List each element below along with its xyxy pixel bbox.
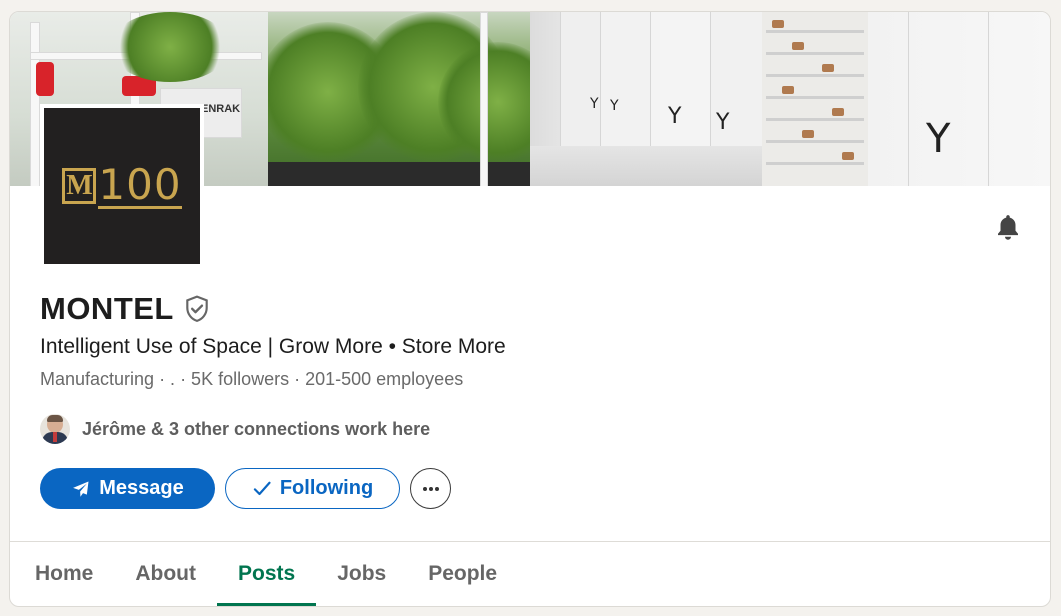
- artifact: [772, 20, 784, 28]
- cabinet-edge: [988, 12, 990, 186]
- company-logo[interactable]: M 100: [40, 104, 204, 268]
- artifact: [792, 42, 804, 50]
- banner-panel-plants: [268, 12, 530, 186]
- company-tagline: Intelligent Use of Space | Grow More • S…: [40, 335, 506, 358]
- banner-panel-cabinets: Y Y Y Y: [530, 12, 762, 186]
- cabinet-handle-icon: Y: [668, 104, 682, 129]
- tab-people[interactable]: People: [407, 542, 518, 606]
- artifact: [822, 64, 834, 72]
- connections-row[interactable]: Jérôme & 3 other connections work here: [40, 414, 430, 444]
- cabinet-handle-icon: Y: [716, 110, 730, 135]
- artifact: [802, 130, 814, 138]
- banner-panel-shelves: [762, 12, 868, 186]
- company-name-row: MONTEL: [40, 291, 210, 327]
- shelf: [766, 118, 864, 121]
- plant-foliage: [110, 12, 230, 82]
- avatar-tie: [53, 432, 57, 442]
- logo-letter: M: [62, 168, 97, 204]
- company-tabs: Home About Posts Jobs People: [10, 542, 518, 606]
- shelf: [766, 52, 864, 55]
- avatar-hair: [47, 415, 63, 422]
- tab-about[interactable]: About: [114, 542, 217, 606]
- avatar: [40, 414, 70, 444]
- following-label: Following: [279, 477, 374, 499]
- rack-sign: ENRAK: [201, 103, 241, 115]
- ellipsis-icon: [422, 486, 439, 491]
- cabinet-handle-icon: Y: [590, 96, 599, 112]
- artifact: [832, 108, 844, 116]
- tab-home[interactable]: Home: [10, 542, 114, 606]
- verified-shield-icon[interactable]: [184, 295, 210, 323]
- message-label: Message: [99, 477, 184, 499]
- logo-background: M 100: [44, 108, 200, 264]
- red-wheel-handle: [36, 62, 54, 96]
- shelf: [766, 162, 864, 165]
- tab-jobs[interactable]: Jobs: [316, 542, 407, 606]
- artifact: [782, 86, 794, 94]
- artifact: [842, 152, 854, 160]
- message-button[interactable]: Message: [40, 468, 215, 509]
- shelf: [766, 96, 864, 99]
- shelf: [766, 140, 864, 143]
- floor: [530, 146, 762, 186]
- shelf: [766, 30, 864, 33]
- checkmark-icon: [252, 479, 272, 499]
- cabinet-edge: [908, 12, 910, 186]
- cabinet-handle-icon: Y: [610, 98, 619, 114]
- bell-icon[interactable]: [993, 212, 1023, 242]
- company-header-card: ENRAK Y Y Y Y Y M 100 MONTEL Intelligent…: [9, 11, 1051, 607]
- shelf: [766, 74, 864, 77]
- more-options-button[interactable]: [410, 468, 451, 509]
- tab-posts[interactable]: Posts: [217, 542, 317, 606]
- rack-post: [480, 12, 488, 186]
- banner-panel-cabinet-handle: Y: [868, 12, 1050, 186]
- company-meta[interactable]: Manufacturing · . · 5K followers · 201-5…: [40, 369, 463, 390]
- cabinet-handle-icon: Y: [926, 116, 951, 162]
- plant-pots-row: [268, 162, 530, 186]
- following-button[interactable]: Following: [225, 468, 400, 509]
- company-name: MONTEL: [40, 291, 174, 326]
- rack-post: [30, 22, 40, 186]
- logo-number: 100: [98, 159, 182, 209]
- send-icon: [71, 479, 91, 499]
- connections-text: Jérôme & 3 other connections work here: [82, 418, 431, 439]
- logo-mark: M 100: [62, 159, 182, 209]
